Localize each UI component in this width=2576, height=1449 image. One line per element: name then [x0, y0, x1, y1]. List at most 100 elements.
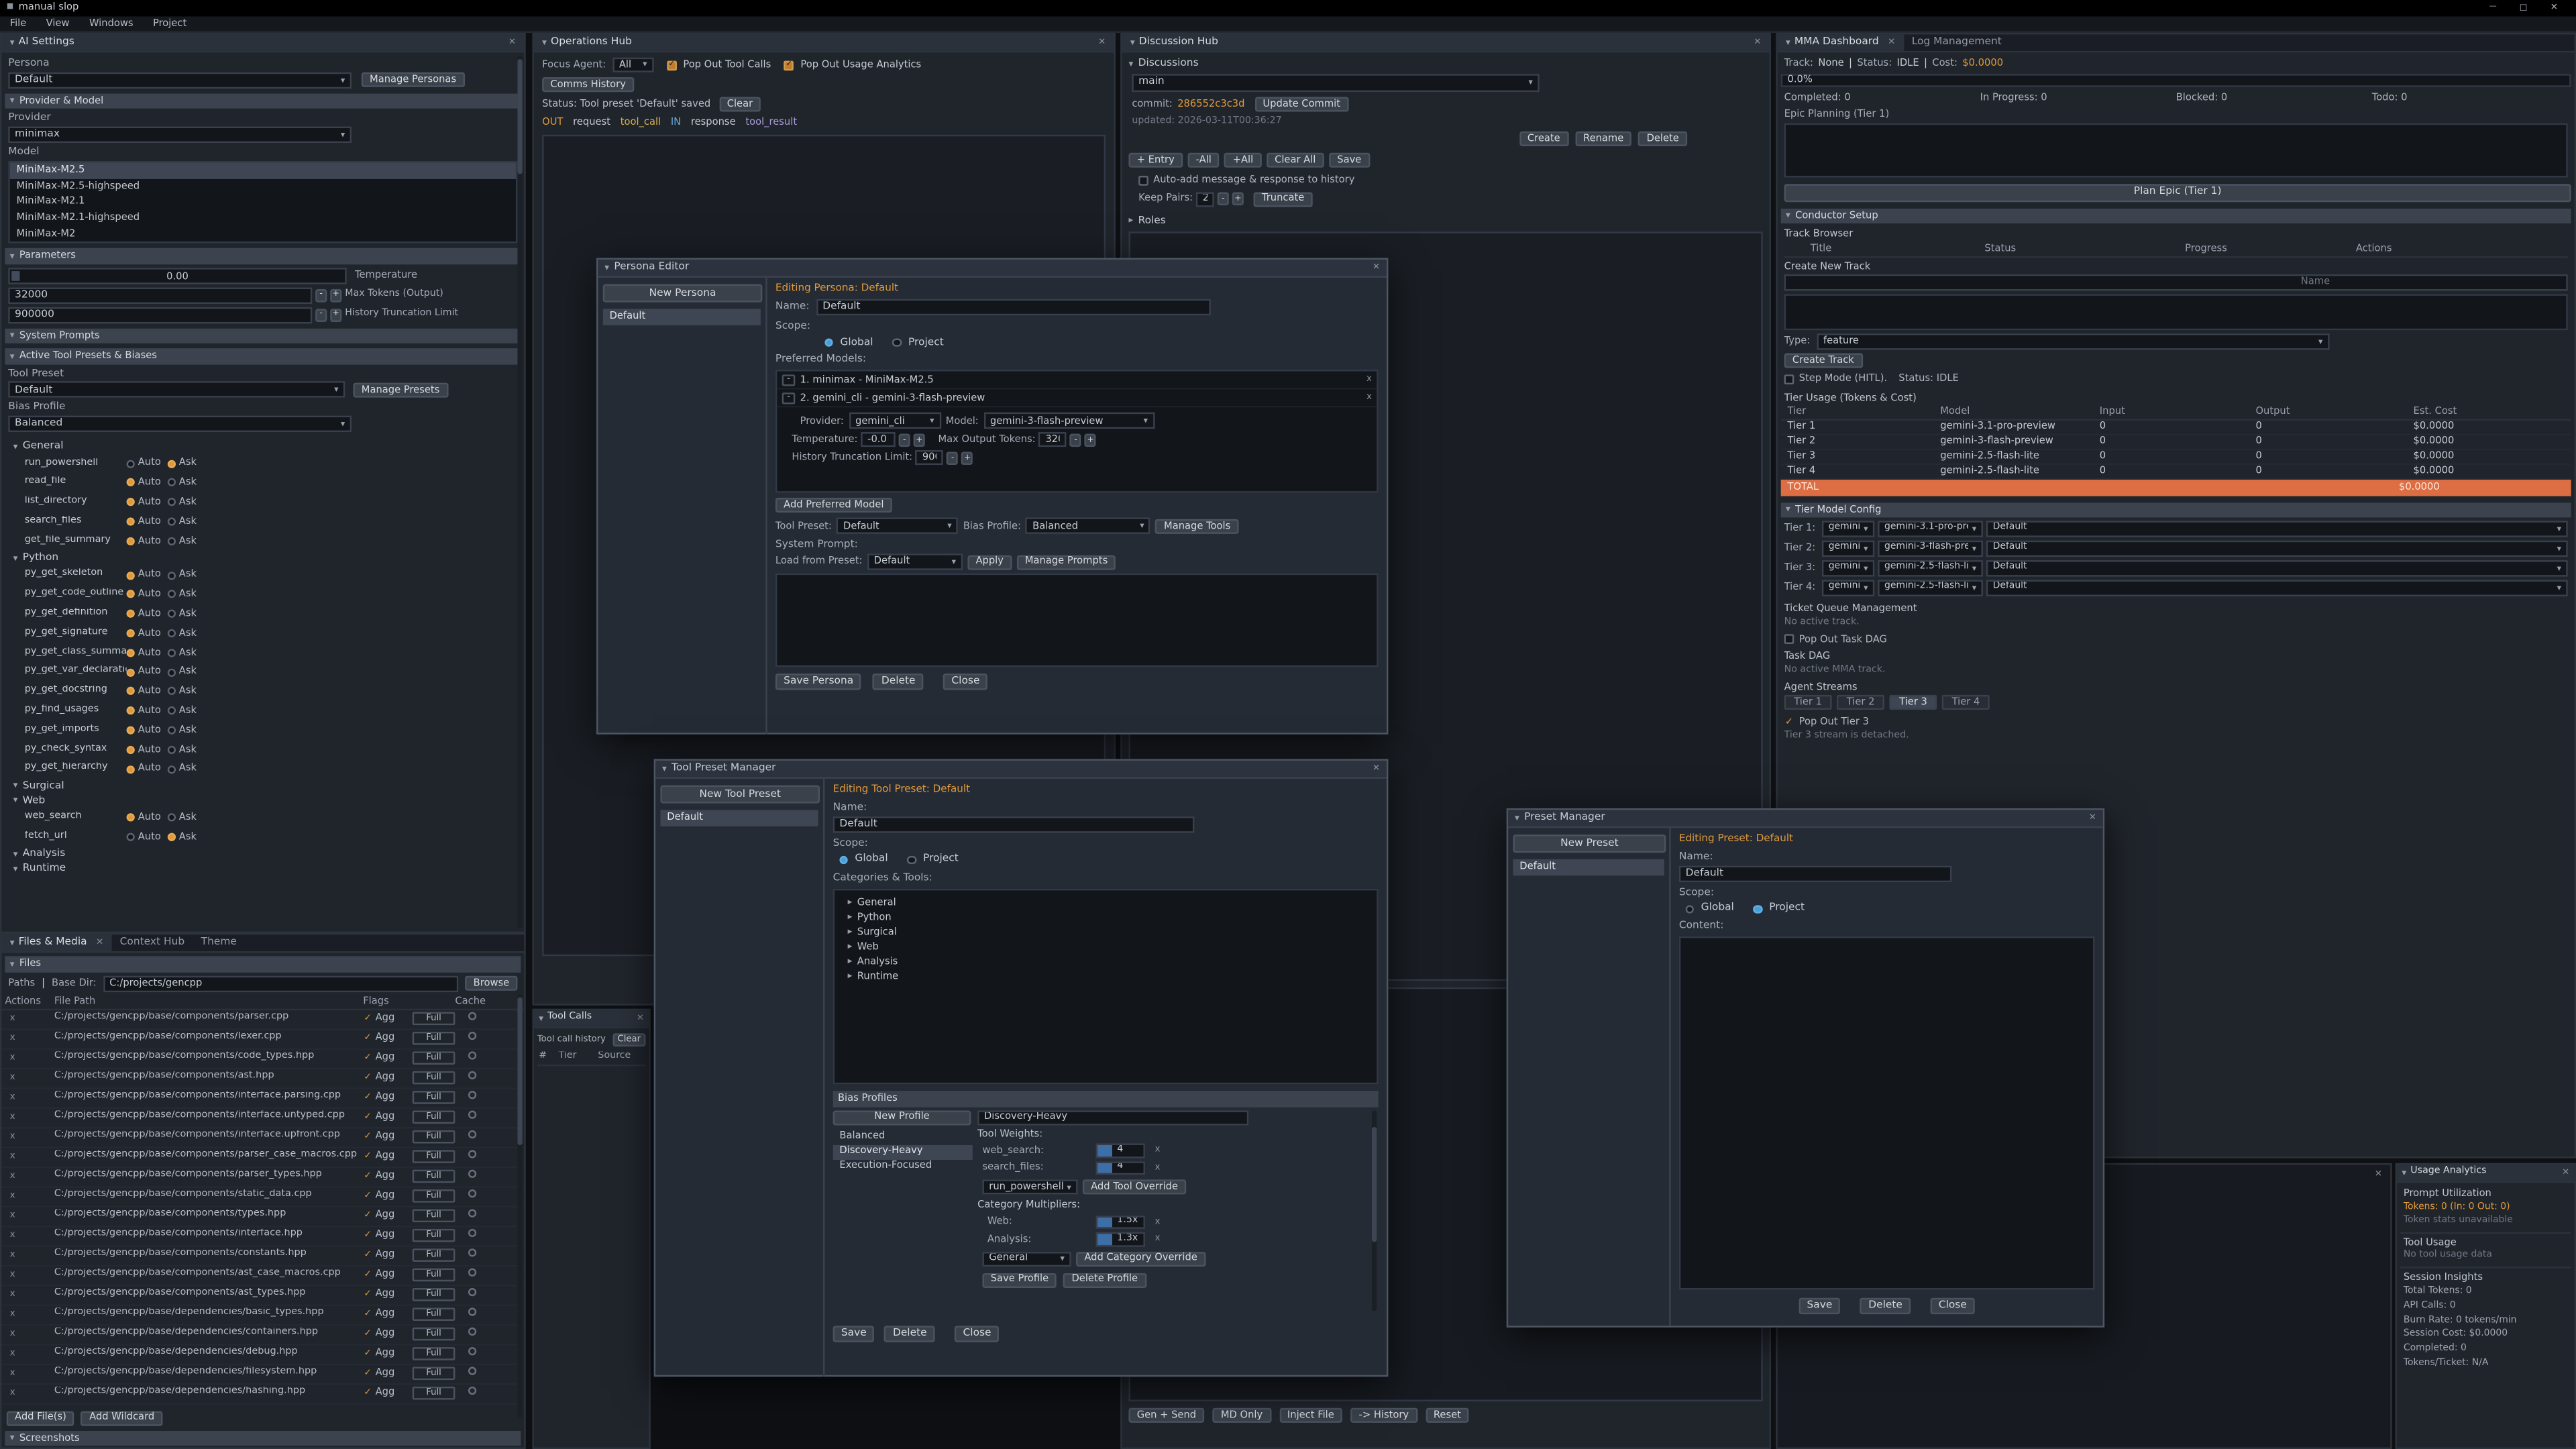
tier-provider-select[interactable]: gemini ▼	[1822, 580, 1874, 596]
bias-profile-item[interactable]: Balanced	[833, 1130, 973, 1144]
full-flag[interactable]: Full	[413, 1328, 455, 1340]
agg-checkbox[interactable]: ✓	[363, 1290, 372, 1299]
new-persona-button[interactable]: New Persona	[603, 284, 763, 303]
category-tree-item[interactable]: ▶ Python	[838, 910, 1373, 925]
category-tree-item[interactable]: ▶ Analysis	[838, 955, 1373, 969]
composer-button[interactable]: Gen + Send	[1128, 1409, 1204, 1424]
increment-button[interactable]: +	[962, 451, 973, 465]
dialog-title-bar[interactable]: ▼ Tool Preset Manager ✕	[655, 761, 1387, 779]
agg-checkbox[interactable]: ✓	[363, 1014, 372, 1023]
tab-context-hub[interactable]: Context Hub	[111, 934, 193, 951]
increment-button[interactable]: +	[914, 433, 925, 447]
ask-radio[interactable]	[168, 649, 176, 657]
agg-checkbox[interactable]: ✓	[363, 1172, 372, 1181]
pop-out-usage-checkbox[interactable]: ✓	[784, 60, 794, 70]
agg-checkbox[interactable]: ✓	[363, 1073, 372, 1082]
remove-file-button[interactable]: x	[10, 1112, 54, 1123]
add-tool-override-button[interactable]: Add Tool Override	[1083, 1180, 1186, 1195]
remove-icon[interactable]: x	[1155, 1217, 1161, 1228]
delete-preset-button[interactable]: Delete	[1860, 1298, 1911, 1314]
auto-radio[interactable]	[127, 518, 135, 526]
full-flag[interactable]: Full	[413, 1210, 455, 1222]
delete-persona-button[interactable]: Delete	[873, 674, 924, 690]
auto-radio[interactable]	[127, 571, 135, 579]
cache-indicator[interactable]	[468, 1288, 476, 1296]
auto-radio[interactable]	[127, 688, 135, 696]
base-dir-input[interactable]: C:/projects/gencpp	[103, 975, 458, 991]
ask-radio[interactable]	[168, 765, 176, 773]
cache-indicator[interactable]	[468, 1347, 476, 1355]
cache-indicator[interactable]	[468, 1071, 476, 1079]
close-dialog-button[interactable]: Close	[955, 1326, 1000, 1342]
auto-radio[interactable]	[127, 629, 135, 637]
close-icon[interactable]: ✕	[1373, 763, 1380, 775]
ask-radio[interactable]	[168, 833, 176, 841]
dialog-title-bar[interactable]: ▼ Persona Editor ✕	[598, 260, 1387, 278]
add-wildcard-button[interactable]: Add Wildcard	[81, 1410, 163, 1425]
remove-file-button[interactable]: x	[10, 1348, 54, 1360]
ask-radio[interactable]	[168, 460, 176, 468]
ask-radio[interactable]	[168, 745, 176, 753]
auto-radio[interactable]	[127, 668, 135, 676]
auto-radio[interactable]	[127, 833, 135, 841]
remove-file-button[interactable]: x	[10, 1171, 54, 1182]
full-flag[interactable]: Full	[413, 1091, 455, 1104]
category-tree-item[interactable]: ▶ Web	[838, 940, 1373, 955]
provider-select[interactable]: minimax ▼	[8, 127, 352, 143]
model-option[interactable]: MiniMax-M2.5-highspeed	[10, 178, 516, 194]
profile-name-input[interactable]: Discovery-Heavy	[977, 1110, 1248, 1125]
ask-radio[interactable]	[168, 814, 176, 822]
ask-radio[interactable]	[168, 707, 176, 715]
provider-model-header[interactable]: ▼ Provider & Model	[5, 93, 521, 109]
close-icon[interactable]: ✕	[1373, 262, 1380, 274]
cache-indicator[interactable]	[468, 1012, 476, 1020]
save-preset-button[interactable]: Save	[1799, 1298, 1840, 1314]
stream-tab[interactable]: Tier 4	[1942, 696, 1990, 710]
plan-epic-button[interactable]: Plan Epic (Tier 1)	[1784, 183, 2571, 201]
conductor-setup-header[interactable]: ▼ Conductor Setup	[1781, 208, 2571, 223]
model-option[interactable]: MiniMax-M2	[10, 226, 516, 241]
preferred-model-row[interactable]: - 2. gemini_cli - gemini-3-flash-preview…	[777, 390, 1377, 408]
full-flag[interactable]: Full	[413, 1111, 455, 1123]
tool-category-header[interactable]: ▼ Analysis	[1, 847, 524, 862]
full-flag[interactable]: Full	[413, 1367, 455, 1379]
ask-radio[interactable]	[168, 537, 176, 545]
tab-files-media[interactable]: ▼ Files & Media ✕	[1, 934, 111, 951]
legend-item[interactable]: tool_call	[621, 117, 661, 129]
composer-button[interactable]: Inject File	[1279, 1409, 1342, 1424]
scope-project-radio[interactable]	[893, 338, 902, 347]
tier-model-select[interactable]: gemini-3.1-pro-preview ▼	[1878, 521, 1983, 537]
manage-prompts-button[interactable]: Manage Prompts	[1017, 555, 1116, 570]
cache-indicator[interactable]	[468, 1229, 476, 1237]
model-option[interactable]: MiniMax-M2.1	[10, 195, 516, 210]
cache-indicator[interactable]	[468, 1052, 476, 1060]
auto-radio[interactable]	[127, 745, 135, 753]
tier-provider-select[interactable]: gemini ▼	[1822, 541, 1874, 557]
dialog-title-bar[interactable]: ▼ Preset Manager ✕	[1508, 810, 2103, 828]
stream-tab[interactable]: Tier 2	[1837, 696, 1884, 710]
cache-indicator[interactable]	[468, 1210, 476, 1218]
remove-icon[interactable]: x	[1366, 392, 1372, 404]
remove-file-button[interactable]: x	[10, 1131, 54, 1142]
remove-file-button[interactable]: x	[10, 1328, 54, 1340]
new-preset-button[interactable]: New Preset	[1513, 835, 1666, 853]
preset-name-input[interactable]: Default	[833, 816, 1195, 832]
tier-model-select[interactable]: gemini-3-flash-preview ▼	[1878, 541, 1983, 557]
agg-checkbox[interactable]: ✓	[363, 1271, 372, 1279]
chevron-down-icon[interactable]: ▼	[1128, 60, 1133, 68]
persona-name-input[interactable]: Default	[816, 299, 1210, 315]
agg-checkbox[interactable]: ✓	[363, 1093, 372, 1102]
remove-file-button[interactable]: x	[10, 1289, 54, 1301]
manage-personas-button[interactable]: Manage Personas	[362, 73, 465, 88]
paths-label[interactable]: Paths	[8, 977, 35, 989]
screenshots-header[interactable]: ▼ Screenshots	[5, 1430, 521, 1446]
agg-checkbox[interactable]: ✓	[363, 1250, 372, 1259]
preset-list-item[interactable]: Default	[1513, 859, 1664, 875]
ask-radio[interactable]	[168, 668, 176, 676]
decrement-button[interactable]: -	[1070, 433, 1081, 447]
tool-category-header[interactable]: ▼ General	[1, 439, 524, 454]
bias-profiles-header[interactable]: Bias Profiles	[833, 1091, 1379, 1107]
ask-radio[interactable]	[168, 688, 176, 696]
bias-profile-select[interactable]: Balanced ▼	[8, 416, 352, 432]
scope-global-radio[interactable]	[839, 855, 848, 864]
